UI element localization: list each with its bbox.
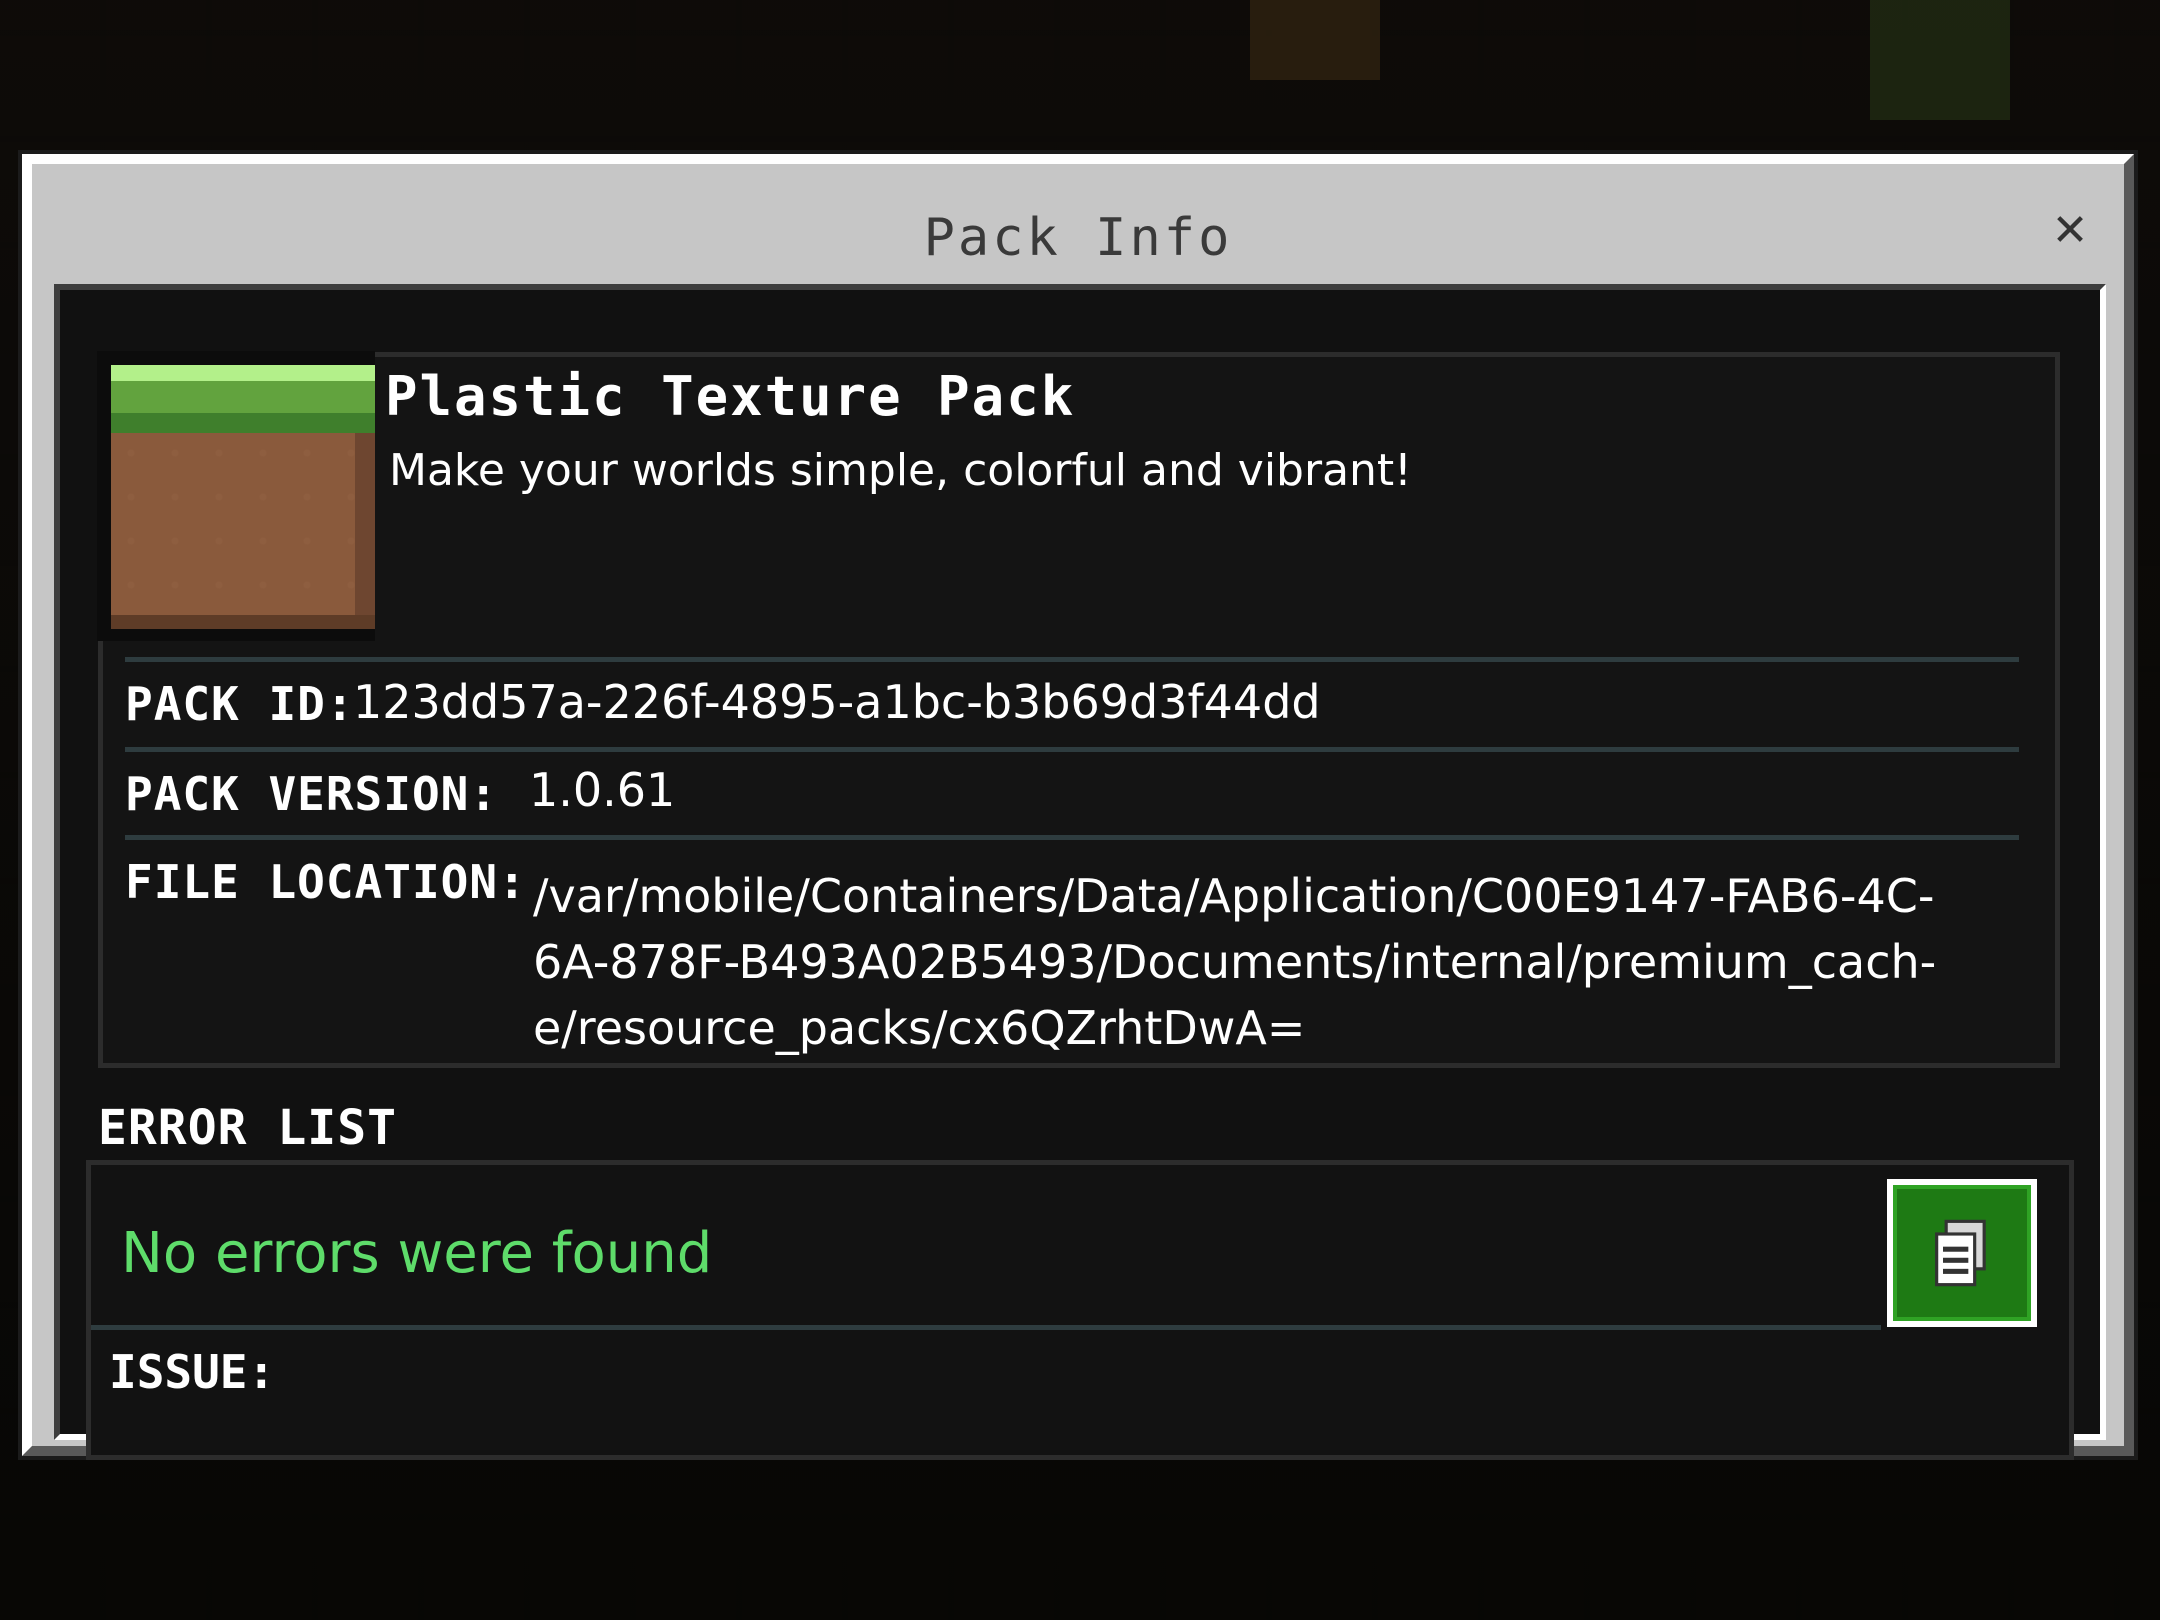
copy-button[interactable]: [1887, 1179, 2037, 1327]
background-lamp: [1250, 0, 1380, 80]
error-list-title: ERROR LIST: [98, 1100, 397, 1156]
error-status: No errors were found: [121, 1221, 713, 1286]
copy-icon: [1935, 1219, 1986, 1287]
pack-info-dialog: Pack Info ✕ Plastic Texture Pack Make yo…: [22, 154, 2134, 1460]
pack-details-box: Plastic Texture Pack Make your worlds si…: [97, 351, 2060, 1068]
file-location-label: FILE LOCATION:: [125, 855, 527, 909]
divider: [91, 1325, 1881, 1330]
divider: [125, 747, 2019, 752]
divider: [125, 835, 2019, 840]
pack-description: Make your worlds simple, colorful and vi…: [389, 445, 1412, 496]
error-list-box: No errors were found ISSUE:: [86, 1160, 2074, 1460]
pack-id-label: PACK ID:: [125, 677, 355, 731]
pack-name: Plastic Texture Pack: [385, 365, 1076, 428]
grass-block-icon: [97, 351, 375, 641]
file-location-line: /var/mobile/Containers/Data/Application/…: [533, 869, 1935, 923]
file-location-value: /var/mobile/Containers/Data/Application/…: [533, 863, 2043, 1061]
file-location-line: e/resource_packs/cx6QZrhtDwA=: [533, 1001, 1306, 1055]
close-button[interactable]: ✕: [2042, 202, 2098, 258]
close-icon: ✕: [2051, 204, 2089, 256]
content-panel: Plastic Texture Pack Make your worlds si…: [54, 284, 2106, 1460]
pack-version-value: 1.0.61: [529, 763, 676, 817]
dialog-title: Pack Info: [923, 208, 1233, 268]
pack-version-label: PACK VERSION:: [125, 767, 499, 821]
divider: [125, 657, 2019, 662]
pack-id-value: 123dd57a-226f-4895-a1bc-b3b69d3f44dd: [353, 675, 1321, 729]
background-block: [1870, 0, 2010, 120]
issue-label: ISSUE:: [109, 1345, 276, 1399]
file-location-line: 6A-878F-B493A02B5493/Documents/internal/…: [533, 935, 1937, 989]
